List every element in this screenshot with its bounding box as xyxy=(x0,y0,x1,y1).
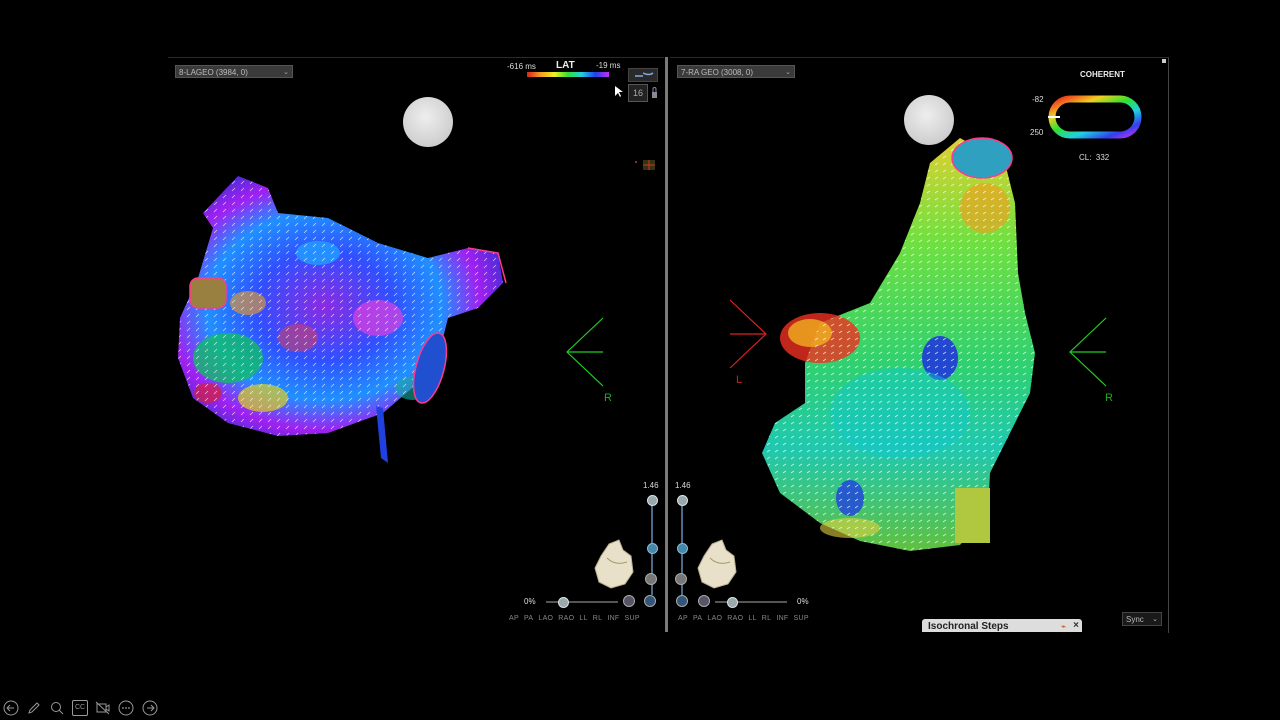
coherent-ring-legend xyxy=(1048,95,1142,139)
view-pa-button[interactable]: PA xyxy=(524,615,533,622)
view-pa-button[interactable]: PA xyxy=(693,615,702,622)
opacity-value-label: 0% xyxy=(797,597,809,606)
view-ll-button[interactable]: LL xyxy=(748,615,756,622)
orientation-letter-l: L xyxy=(736,374,743,386)
panel-divider[interactable] xyxy=(665,57,668,632)
reset-view-icon[interactable] xyxy=(645,573,657,585)
compass-icon[interactable] xyxy=(644,595,656,607)
heart-orientation-icon[interactable] xyxy=(593,538,637,590)
left-map-viewport[interactable]: 8-LAGEO (3984, 0) ⌄ -616 ms LAT -19 ms 1… xyxy=(168,57,664,633)
catheter-tool-icon[interactable] xyxy=(628,68,658,82)
opacity-value-label: 0% xyxy=(524,597,536,606)
orientation-letter-r: R xyxy=(1105,392,1113,404)
lat-max-label: -19 ms xyxy=(596,61,621,70)
lat-colorbar xyxy=(527,72,609,77)
opacity-slider[interactable] xyxy=(546,601,618,603)
compass-icon[interactable] xyxy=(676,595,688,607)
view-inf-button[interactable]: INF xyxy=(776,615,788,622)
view-rao-button[interactable]: RAO xyxy=(727,615,743,622)
surface-mode-icon[interactable] xyxy=(698,595,710,607)
count-badge[interactable]: 16 xyxy=(628,84,648,102)
forward-arrow-icon[interactable] xyxy=(142,700,158,716)
view-buttons: AP PA LAO RAO LL RL INF SUP xyxy=(509,615,645,622)
sync-dropdown[interactable]: Sync ⌄ xyxy=(1122,612,1162,626)
chevron-down-icon: ⌄ xyxy=(1152,616,1158,623)
right-map-viewport[interactable]: 7-RA GEO (3008, 0) ⌄ COHERENT -82 250 CL… xyxy=(670,57,1169,633)
surface-mode-icon[interactable] xyxy=(623,595,635,607)
orientation-sphere[interactable] xyxy=(403,97,453,147)
opacity-slider-knob[interactable] xyxy=(558,597,569,608)
cycle-length-value: 332 xyxy=(1095,153,1110,162)
view-rao-button[interactable]: RAO xyxy=(558,615,574,622)
view-rl-button[interactable]: RL xyxy=(593,615,603,622)
mouse-cursor-icon xyxy=(615,85,623,103)
opacity-slider[interactable] xyxy=(715,601,787,603)
orientation-axis-red-icon xyxy=(729,299,767,369)
pin-icon[interactable]: ⌁ xyxy=(1061,619,1066,632)
zoom-slider-knob-2[interactable] xyxy=(647,543,658,554)
right-map-selector[interactable]: 7-RA GEO (3008, 0) ⌄ xyxy=(677,65,795,78)
panel-corner-marker xyxy=(1162,59,1166,63)
view-inf-button[interactable]: INF xyxy=(607,615,619,622)
heart-orientation-icon[interactable] xyxy=(696,538,740,590)
lat-title: LAT xyxy=(556,60,575,71)
isochronal-steps-title: Isochronal Steps xyxy=(928,621,1009,632)
scale-top-label: -82 xyxy=(1032,95,1044,104)
back-arrow-icon[interactable] xyxy=(3,700,19,716)
opacity-slider-knob[interactable] xyxy=(727,597,738,608)
view-sup-button[interactable]: SUP xyxy=(625,615,640,622)
left-map-selector[interactable]: 8-LAGEO (3984, 0) ⌄ xyxy=(175,65,293,78)
zoom-slider-knob[interactable] xyxy=(677,495,688,506)
reset-view-icon[interactable] xyxy=(675,573,687,585)
coherent-title: COHERENT xyxy=(1080,70,1125,79)
orientation-axis-icon xyxy=(566,317,604,387)
orientation-letter-r: R xyxy=(604,392,612,404)
close-icon[interactable]: × xyxy=(1073,619,1079,632)
chevron-down-icon: ⌄ xyxy=(283,69,289,76)
chevron-down-icon: ⌄ xyxy=(785,69,791,76)
isochronal-steps-panel[interactable]: Isochronal Steps ⌁ × xyxy=(922,619,1082,632)
zoom-value-label: 1.46 xyxy=(675,481,691,490)
view-ap-button[interactable]: AP xyxy=(678,615,688,622)
zoom-slider-knob[interactable] xyxy=(647,495,658,506)
view-ap-button[interactable]: AP xyxy=(509,615,519,622)
lat-min-label: -616 ms xyxy=(507,62,536,71)
left-atrium-lat-map[interactable] xyxy=(168,158,528,478)
pen-icon[interactable] xyxy=(26,700,42,716)
captions-icon[interactable]: CC xyxy=(72,700,88,716)
view-sup-button[interactable]: SUP xyxy=(794,615,809,622)
view-lao-button[interactable]: LAO xyxy=(538,615,553,622)
right-atrium-coherent-map[interactable] xyxy=(750,133,1050,558)
view-ll-button[interactable]: LL xyxy=(579,615,587,622)
zoom-value-label: 1.46 xyxy=(643,481,659,490)
view-lao-button[interactable]: LAO xyxy=(707,615,722,622)
orientation-axis-icon xyxy=(1069,317,1107,387)
camera-off-icon[interactable] xyxy=(95,700,111,716)
zoom-slider-knob-2[interactable] xyxy=(677,543,688,554)
grid-tool-icon[interactable] xyxy=(633,158,657,170)
view-rl-button[interactable]: RL xyxy=(762,615,772,622)
zoom-icon[interactable] xyxy=(49,700,65,716)
view-buttons: AP PA LAO RAO LL RL INF SUP xyxy=(678,615,814,622)
lock-icon[interactable] xyxy=(651,86,658,100)
cycle-length-label: CL: 332 xyxy=(1079,153,1110,162)
more-icon[interactable] xyxy=(118,700,134,716)
